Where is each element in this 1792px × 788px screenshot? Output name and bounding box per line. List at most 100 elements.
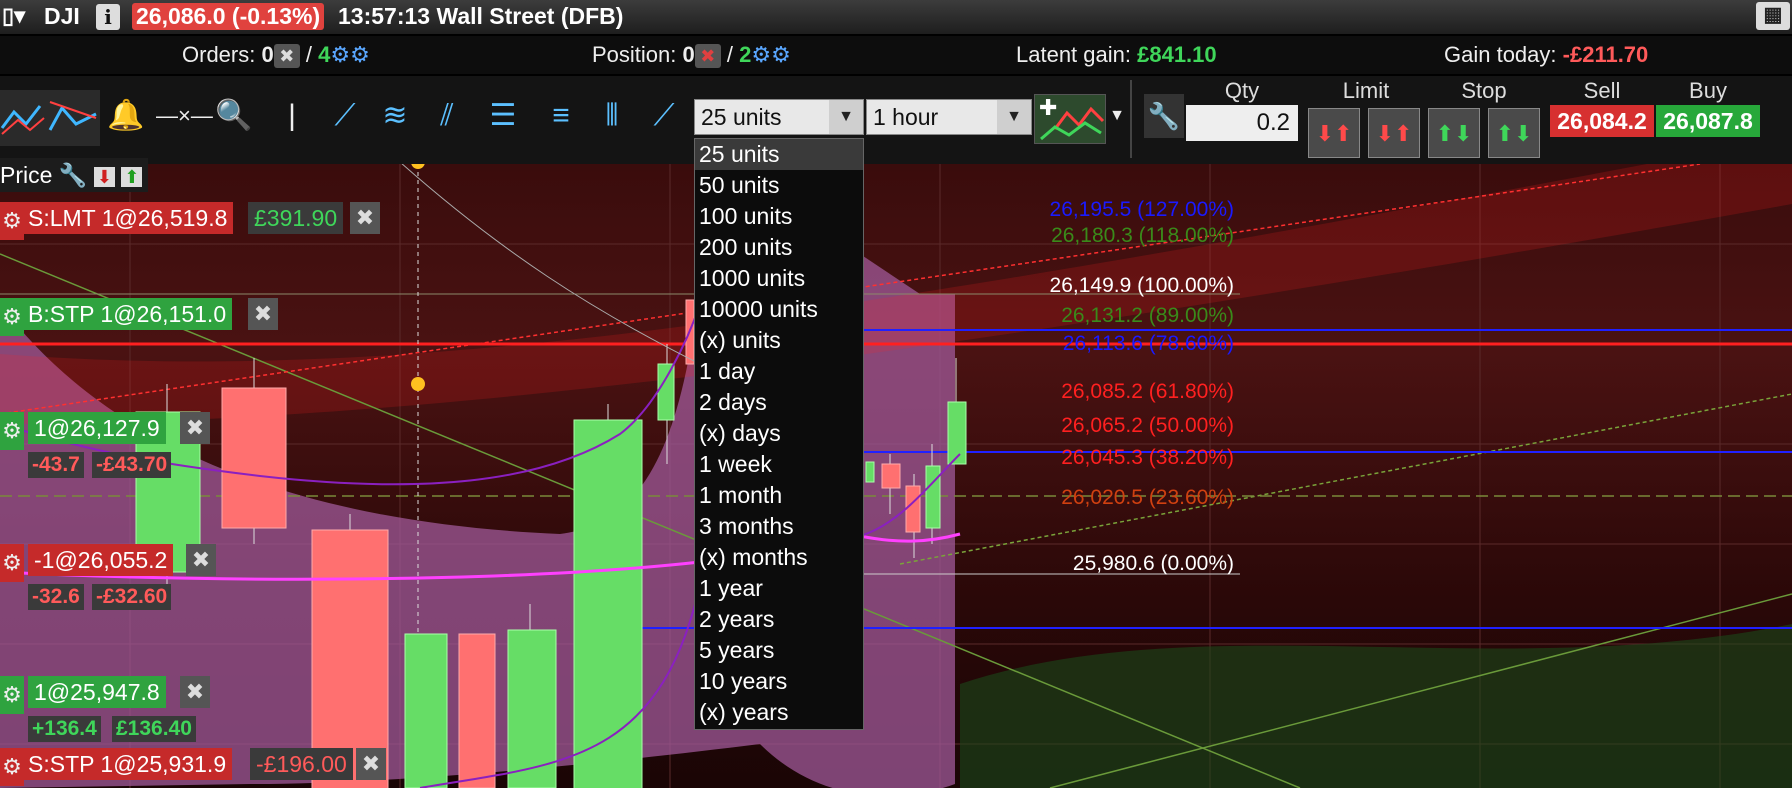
gear-icon[interactable]: ⚙ — [0, 748, 24, 786]
gain-today: Gain today: -£211.70 — [1444, 42, 1648, 68]
close-icon[interactable]: ✖ — [180, 412, 210, 444]
buy-stop-icon[interactable]: ⬆⬇ — [1488, 108, 1540, 158]
close-icon[interactable]: ✖ — [350, 202, 380, 234]
cancel-orders-icon[interactable]: ✖ — [273, 44, 300, 69]
close-positions-icon[interactable]: ✖ — [694, 44, 721, 69]
gear-icon[interactable]: ⚙ — [0, 298, 24, 336]
dropdown-option[interactable]: 10000 units — [695, 294, 863, 325]
chevron-down-icon[interactable]: ▼ — [1106, 90, 1128, 142]
gears-icon[interactable]: ⚙⚙ — [330, 42, 369, 67]
fib-fan-icon[interactable]: ≡ — [538, 90, 584, 142]
wrench-icon[interactable]: 🔧 — [59, 162, 88, 188]
alert-bell-icon[interactable]: 🔔 — [104, 90, 148, 142]
dropdown-option[interactable]: 10 years — [695, 666, 863, 697]
gears-icon[interactable]: ⚙⚙ — [751, 42, 790, 67]
close-icon[interactable]: ✖ — [356, 748, 386, 780]
window-icon[interactable]: ▯▾ — [2, 3, 25, 29]
green-cloud — [960, 624, 1792, 788]
dropdown-option[interactable]: (x) units — [695, 325, 863, 356]
dropdown-option[interactable]: 50 units — [695, 170, 863, 201]
position-ticket[interactable]: 1@26,127.9 — [28, 412, 166, 444]
toolbar-divider — [1130, 80, 1132, 158]
horizontal-line-icon[interactable]: ―×― — [156, 90, 213, 142]
position-label: Position: — [592, 42, 677, 67]
close-icon[interactable]: ✖ — [248, 298, 278, 330]
sell-button[interactable]: 26,084.2 — [1550, 105, 1654, 137]
qty-input[interactable]: 0.2 — [1186, 105, 1298, 141]
fib-time-icon[interactable]: ⦀ — [588, 90, 636, 142]
gear-icon[interactable]: ⚙ — [0, 676, 24, 714]
stop-label: Stop — [1461, 78, 1507, 103]
zoom-icon[interactable]: 🔍 — [212, 90, 256, 142]
dropdown-option[interactable]: (x) days — [695, 418, 863, 449]
wrench-icon[interactable]: 🔧 — [1144, 94, 1184, 138]
gear-icon[interactable]: ⚙ — [0, 412, 24, 450]
orders-pending: 4 — [318, 42, 331, 67]
interval-select[interactable]: 1 hour ▼ — [866, 99, 1032, 135]
sell-limit-order[interactable]: S:LMT 1@26,519.8 — [22, 202, 234, 234]
dropdown-option[interactable]: 1 week — [695, 449, 863, 480]
dropdown-option[interactable]: 1 year — [695, 573, 863, 604]
sell-stop-order[interactable]: S:STP 1@25,931.9 — [22, 748, 233, 780]
close-icon[interactable]: ✖ — [180, 676, 210, 708]
position-sep: / — [726, 42, 734, 67]
buy-arrow-icon[interactable]: ⬆ — [121, 167, 143, 187]
sell-limit-icon[interactable]: ⬇⬆ — [1308, 108, 1360, 158]
price-label: Price — [0, 162, 53, 188]
dropdown-option[interactable]: 3 months — [695, 511, 863, 542]
orders-summary[interactable]: Orders: 0 ✖ / 4⚙⚙ — [182, 42, 370, 69]
units-select[interactable]: 25 units ▼ — [694, 99, 864, 135]
dropdown-option[interactable]: 5 years — [695, 635, 863, 666]
units-dropdown-list[interactable]: 25 units 50 units 100 units 200 units 10… — [694, 138, 864, 730]
dropdown-option[interactable]: 2 days — [695, 387, 863, 418]
gear-icon[interactable]: ⚙ — [0, 544, 24, 582]
trading-app: { "titlebar": { "symbol": "DJI", "info_i… — [0, 0, 1792, 788]
dropdown-option[interactable]: (x) months — [695, 542, 863, 573]
buy-stop-order[interactable]: B:STP 1@26,151.0 — [22, 298, 233, 330]
sell-stop-icon[interactable]: ⬆⬇ — [1428, 108, 1480, 158]
dropdown-option[interactable]: (x) years — [695, 697, 863, 728]
line-chart-tool-group — [0, 90, 100, 146]
dropdown-option[interactable]: 100 units — [695, 201, 863, 232]
position-ticket[interactable]: 1@25,947.8 — [28, 676, 166, 708]
position-summary[interactable]: Position: 0 ✖ / 2⚙⚙ — [592, 42, 791, 69]
time-market-label: 13:57:13 Wall Street (DFB) — [338, 3, 624, 29]
add-indicator-icon[interactable]: ✚ — [1034, 94, 1106, 144]
vertical-line-icon[interactable]: | — [280, 90, 304, 142]
dropdown-option[interactable]: 1 day — [695, 356, 863, 387]
marker-point[interactable] — [411, 164, 425, 169]
latent-gain: Latent gain: £841.10 — [1016, 42, 1217, 68]
symbol-name[interactable]: DJI — [44, 3, 80, 30]
buy-limit-icon[interactable]: ⬇⬆ — [1368, 108, 1420, 158]
sell-arrow-icon[interactable]: ⬇ — [93, 167, 115, 187]
fib-level-label: 26,045.3 (38.20%) — [1061, 446, 1234, 469]
buy-button[interactable]: 26,087.8 — [1656, 105, 1760, 137]
latent-gain-value: £841.10 — [1137, 42, 1217, 67]
dropdown-option[interactable]: 200 units — [695, 232, 863, 263]
limit-label: Limit — [1342, 78, 1390, 103]
dropdown-option[interactable]: 1000 units — [695, 263, 863, 294]
close-icon[interactable]: ✖ — [186, 544, 216, 576]
fibonacci-icon[interactable]: ☰ — [480, 90, 526, 142]
price-chart[interactable]: 26,195.5 (127.00%) 26,180.3 (118.00%) 26… — [0, 158, 1792, 788]
price-panel-header: Price 🔧 ⬇ ⬆ — [0, 158, 149, 192]
keyboard-icon[interactable]: ▦ — [1756, 2, 1790, 30]
chevron-down-icon[interactable]: ▼ — [829, 100, 863, 134]
orders-sep: / — [305, 42, 312, 67]
fib-level-label: 26,195.5 (127.00%) — [1049, 198, 1234, 221]
line-chart-icon[interactable] — [0, 90, 100, 146]
channel-icon[interactable]: ≋ — [372, 90, 418, 142]
gear-icon[interactable]: ⚙ — [0, 202, 24, 240]
position-points: +136.4 — [28, 716, 101, 742]
position-ticket[interactable]: -1@26,055.2 — [28, 544, 174, 576]
marker-point[interactable] — [411, 377, 425, 391]
trend-line-icon[interactable]: ⟋ — [326, 90, 364, 142]
chevron-down-icon[interactable]: ▼ — [997, 100, 1031, 134]
dropdown-option[interactable]: 1 month — [695, 480, 863, 511]
ray-icon[interactable]: ⟋ — [644, 90, 684, 142]
dropdown-option[interactable]: 25 units — [695, 139, 863, 170]
position-points: -43.7 — [28, 452, 84, 478]
pitchfork-icon[interactable]: ⫽ — [424, 90, 470, 142]
dropdown-option[interactable]: 2 years — [695, 604, 863, 635]
info-icon[interactable]: i — [96, 4, 120, 30]
